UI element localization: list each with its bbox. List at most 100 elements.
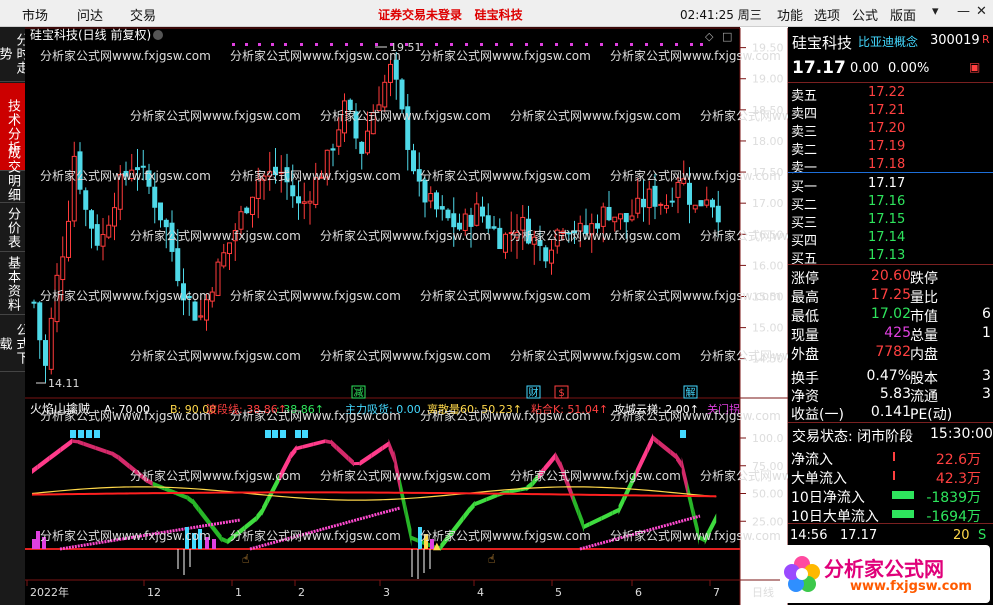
candle-body bbox=[439, 206, 445, 210]
stat-label-2: 市值 bbox=[910, 309, 938, 325]
candle-body bbox=[192, 301, 198, 321]
candle-body bbox=[462, 213, 468, 231]
sell-row[interactable]: 卖五 17.22 bbox=[788, 84, 993, 104]
sell-price: 17.22 bbox=[868, 85, 906, 100]
event-mark: 解 bbox=[686, 386, 696, 399]
candle-body bbox=[388, 63, 393, 83]
candle-body bbox=[635, 197, 641, 214]
signal-dot bbox=[660, 43, 663, 46]
event-mark: 减 bbox=[354, 387, 364, 399]
watermark-item: 分析家公式网www.fxjgsw.com bbox=[420, 48, 591, 63]
candle-body bbox=[71, 155, 77, 222]
concept-tag[interactable]: 比亚迪概念 bbox=[858, 33, 918, 50]
signal-dot bbox=[585, 43, 588, 46]
ribbon-segment bbox=[187, 494, 193, 505]
sell-price: 17.18 bbox=[868, 157, 906, 172]
watermark-item: 分析家公式网www.fxjgsw.com bbox=[40, 168, 211, 183]
ribbon-segment bbox=[676, 452, 682, 469]
chart-menu-icon bbox=[153, 30, 163, 40]
quote-toggle-icon[interactable]: ▣ bbox=[969, 60, 980, 74]
watermark-item: 分析家公式网www.fxjgsw.com bbox=[510, 468, 681, 483]
price-pct: 0.00% bbox=[888, 61, 930, 76]
ribbon-segment bbox=[664, 444, 671, 455]
candle-body bbox=[296, 196, 301, 204]
indicator-scale-label: 25.00 bbox=[752, 515, 784, 528]
candle-body bbox=[140, 165, 146, 168]
ribbon-segment bbox=[319, 439, 326, 445]
peak-marker bbox=[78, 430, 84, 438]
peak-marker bbox=[70, 430, 76, 438]
flow-label: 10日净流入 bbox=[791, 490, 865, 506]
ribbon-segment bbox=[72, 439, 78, 444]
stat-label: 涨停 bbox=[791, 271, 819, 287]
logo-url: www.fxjgsw.com bbox=[850, 579, 972, 594]
buy-row[interactable]: 买一 17.17 bbox=[788, 175, 993, 195]
peak-marker bbox=[680, 430, 686, 438]
ribbon-segment bbox=[32, 464, 38, 474]
stat-value: 0.47% bbox=[866, 368, 911, 384]
watermark-item: 分析家公式网www.fxjgsw.com bbox=[610, 528, 781, 543]
volume-bar bbox=[212, 539, 216, 549]
ribbon-segment bbox=[653, 435, 659, 446]
candle-body bbox=[503, 233, 508, 253]
price-label: 15.00 bbox=[752, 322, 784, 335]
sell-row[interactable]: 卖二 17.19 bbox=[788, 138, 993, 158]
candle-body bbox=[715, 205, 721, 223]
trade-status-time: 15:30:00 bbox=[930, 426, 993, 442]
price-label: 17.00 bbox=[752, 197, 784, 210]
buy-row[interactable]: 买三 17.15 bbox=[788, 211, 993, 231]
indicator-scale-label: 50.00 bbox=[752, 488, 784, 501]
watermark-item: 分析家公式网www.fxjgsw.com bbox=[610, 408, 781, 423]
time-label: 5 bbox=[555, 586, 562, 599]
flow-bar bbox=[892, 491, 914, 499]
buy-row[interactable]: 买四 17.14 bbox=[788, 229, 993, 249]
buy-row[interactable]: 买二 17.16 bbox=[788, 193, 993, 213]
candle-body bbox=[89, 210, 94, 229]
candle-body bbox=[704, 199, 710, 206]
stat-value-2: 3 bbox=[982, 386, 991, 402]
stat-value: 17.02 bbox=[870, 306, 911, 322]
watermark-item: 分析家公式网www.fxjgsw.com bbox=[130, 468, 301, 483]
stat-label: 现量 bbox=[791, 328, 819, 344]
stat-value: 425 bbox=[884, 325, 911, 341]
ribbon-segment bbox=[371, 449, 377, 459]
ribbon-segment bbox=[216, 528, 222, 543]
buy-row[interactable]: 买五 17.13 bbox=[788, 247, 993, 267]
candle-body bbox=[658, 203, 664, 206]
ribbon-segment bbox=[359, 456, 366, 466]
stat-label-2: 总量 bbox=[910, 328, 938, 344]
candle-body bbox=[422, 179, 428, 203]
price-label: 18.00 bbox=[752, 135, 784, 148]
ribbon-segment bbox=[589, 519, 596, 527]
signal-dot bbox=[435, 43, 438, 46]
watermark-item: 分析家公式网www.fxjgsw.com bbox=[420, 528, 591, 543]
watermark-item: 分析家公式网www.fxjgsw.com bbox=[420, 408, 591, 423]
watermark-item: 分析家公式网www.fxjgsw.com bbox=[610, 48, 781, 63]
sell-row[interactable]: 卖三 17.20 bbox=[788, 120, 993, 140]
flow-bar bbox=[893, 471, 895, 480]
ribbon-segment bbox=[405, 502, 412, 547]
signal-dot bbox=[525, 43, 528, 46]
stat-value-2: 1 bbox=[982, 325, 991, 341]
candle-body bbox=[710, 199, 715, 208]
signal-dot bbox=[615, 43, 618, 46]
ribbon-segment bbox=[480, 497, 487, 504]
sell-price: 17.20 bbox=[868, 121, 906, 136]
peak-marker bbox=[94, 430, 100, 438]
ribbon-segment bbox=[342, 450, 349, 462]
candle-body bbox=[428, 193, 434, 202]
ribbon-segment bbox=[313, 440, 320, 446]
watermark-item: 分析家公式网www.fxjgsw.com bbox=[510, 228, 681, 243]
watermark-item: 分析家公式网www.fxjgsw.com bbox=[510, 348, 681, 363]
candle-body bbox=[209, 291, 215, 302]
signal-dot bbox=[645, 43, 648, 46]
tick-flag: S bbox=[978, 528, 987, 543]
signal-dot bbox=[540, 43, 543, 46]
ribbon-segment bbox=[670, 449, 676, 460]
stat-label-2: 内盘 bbox=[910, 347, 938, 363]
sell-row[interactable]: 卖四 17.21 bbox=[788, 102, 993, 122]
time-label: 2022年 bbox=[30, 585, 69, 599]
ribbon-segment bbox=[336, 444, 343, 456]
signal-dot bbox=[600, 43, 603, 46]
ribbon-segment bbox=[601, 513, 607, 521]
